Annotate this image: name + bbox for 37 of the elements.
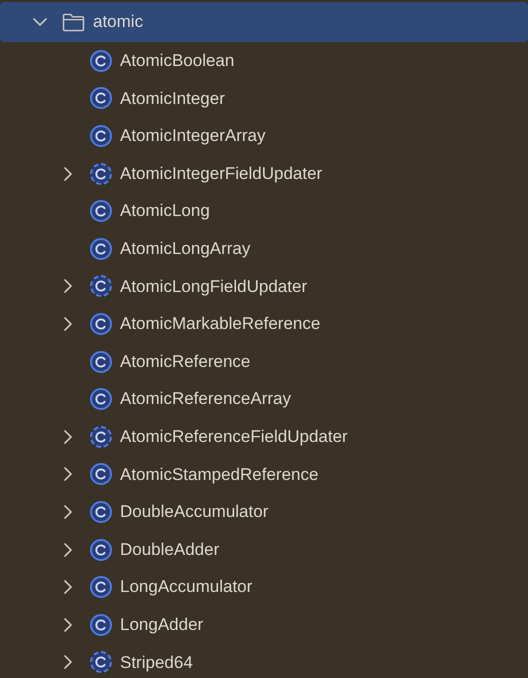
class-name[interactable]: AtomicReference xyxy=(120,348,250,374)
abstract-class-icon xyxy=(90,162,112,185)
class-name[interactable]: AtomicReferenceFieldUpdater xyxy=(120,424,348,450)
class-name[interactable]: AtomicMarkableReference xyxy=(120,311,320,337)
folder-name: atomic xyxy=(93,11,144,34)
class-name[interactable]: AtomicLongArray xyxy=(120,236,250,262)
class-icon xyxy=(90,50,112,72)
class-icon xyxy=(90,500,112,523)
class-icon xyxy=(90,538,112,561)
abstract-class-icon xyxy=(90,275,112,298)
class-icon xyxy=(90,576,112,598)
class-name[interactable]: LongAdder xyxy=(120,612,204,638)
class-icon xyxy=(90,238,112,260)
class-icon xyxy=(90,350,112,373)
class-icon xyxy=(90,200,112,222)
class-name[interactable]: AtomicLongFieldUpdater xyxy=(120,274,308,300)
class-icon xyxy=(90,312,112,335)
abstract-class-icon xyxy=(90,651,112,674)
class-name[interactable]: DoubleAccumulator xyxy=(120,499,268,525)
class-name[interactable]: AtomicInteger xyxy=(120,86,225,112)
class-name[interactable]: AtomicLong xyxy=(120,198,210,224)
class-name[interactable]: LongAccumulator xyxy=(120,574,252,600)
folder-icon xyxy=(62,12,85,32)
class-name[interactable]: AtomicReferenceArray xyxy=(120,386,292,412)
class-icon xyxy=(90,614,112,636)
class-name[interactable]: Striped64 xyxy=(120,650,193,676)
class-name[interactable]: AtomicIntegerArray xyxy=(120,123,266,149)
class-icon xyxy=(90,463,112,486)
tree-row[interactable]: atomic xyxy=(0,2,528,42)
class-name[interactable]: AtomicStampedReference xyxy=(120,462,318,488)
class-icon xyxy=(90,87,112,110)
class-name[interactable]: AtomicBoolean xyxy=(120,48,234,74)
abstract-class-icon xyxy=(90,426,112,448)
class-icon xyxy=(90,124,112,147)
class-icon xyxy=(90,388,112,410)
class-name[interactable]: DoubleAdder xyxy=(120,536,220,562)
class-name[interactable]: AtomicIntegerFieldUpdater xyxy=(120,160,322,186)
